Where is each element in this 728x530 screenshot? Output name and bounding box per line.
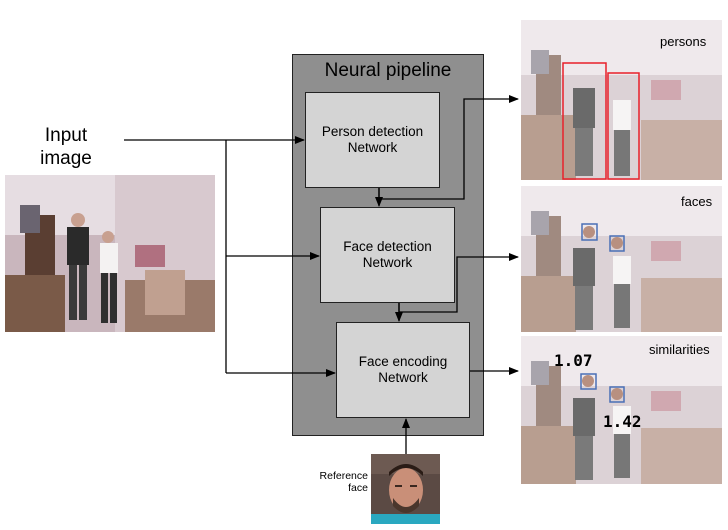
connector-arrows (124, 95, 519, 454)
